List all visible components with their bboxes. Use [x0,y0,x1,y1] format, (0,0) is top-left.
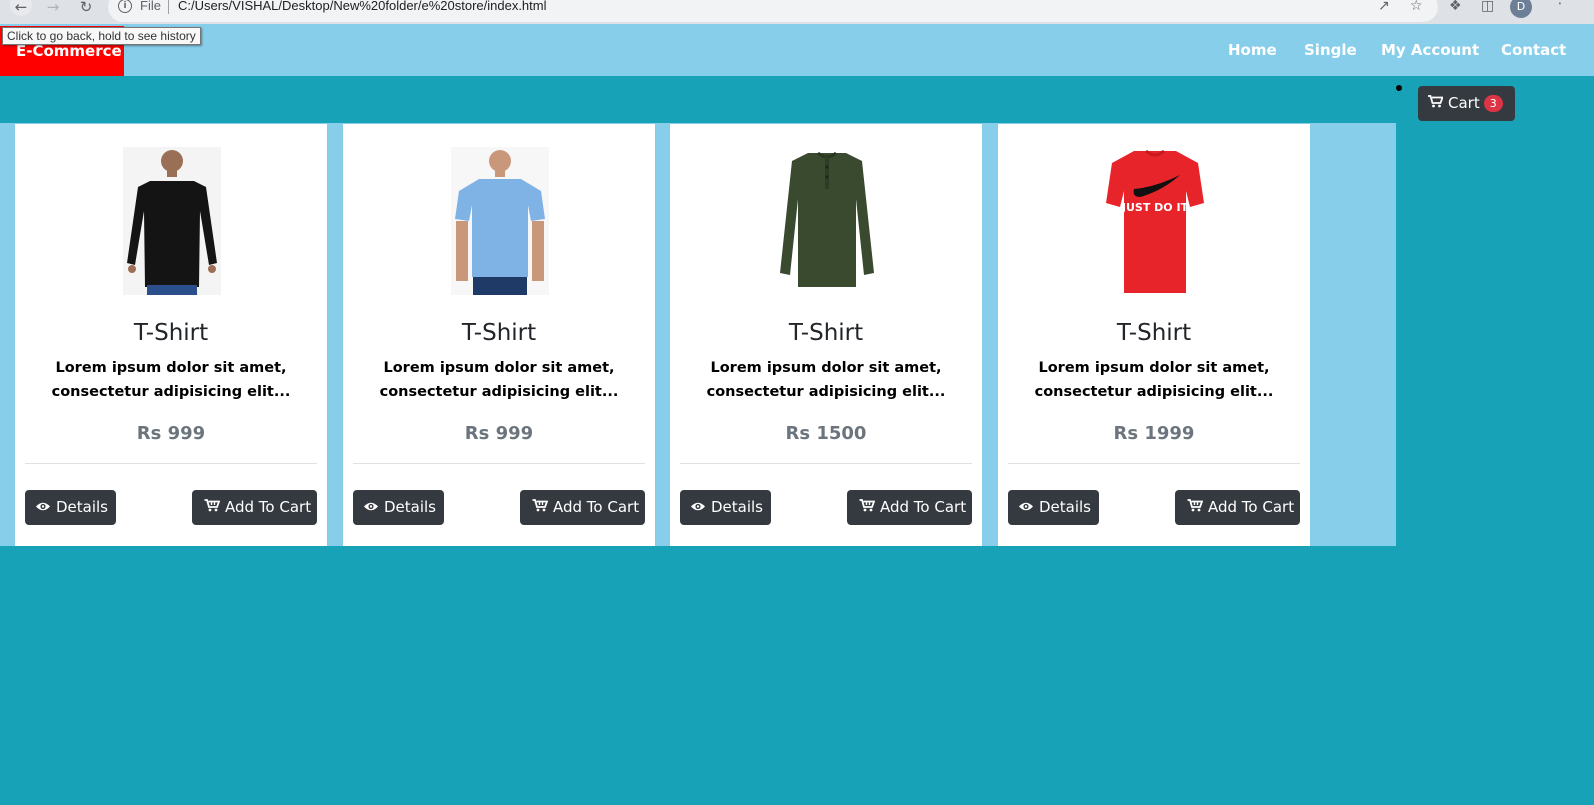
site-navbar: E-Commerce Home Single My Account Contac… [0,24,1594,76]
eye-icon [35,490,51,525]
eye-icon [690,490,706,525]
details-button[interactable]: Details [1008,490,1099,525]
add-to-cart-label: Add To Cart [1208,498,1295,516]
product-description: Lorem ipsum dolor sit amet, consectetur a… [998,356,1310,404]
product-description: Lorem ipsum dolor sit amet, consectetur a… [670,356,982,404]
address-scheme-label: File [140,0,161,13]
product-price: Rs 999 [136,423,206,444]
product-card: T-Shirt Lorem ipsum dolor sit amet, consec… [15,124,327,546]
product-description: Lorem ipsum dolor sit amet, consectetur a… [343,356,655,404]
browser-toolbar: ← → ↻ i File C:/Users/VISHAL/Desktop/New… [0,0,1594,24]
reload-icon[interactable]: ↻ [75,0,97,20]
product-title: T-Shirt [1116,320,1192,346]
address-url[interactable]: C:/Users/VISHAL/Desktop/New%20folder/e%2… [178,0,547,13]
extensions-icon[interactable]: ❖ [1449,0,1462,14]
product-price: Rs 1999 [1113,423,1195,444]
add-to-cart-label: Add To Cart [225,498,312,516]
card-divider [680,463,972,464]
product-title: T-Shirt [133,320,209,346]
share-icon[interactable]: ↗ [1378,0,1390,14]
details-button[interactable]: Details [353,490,444,525]
profile-avatar[interactable]: D [1510,0,1532,18]
product-title: T-Shirt [461,320,537,346]
card-divider [353,463,645,464]
details-label: Details [711,498,764,516]
product-price: Rs 1500 [785,423,867,444]
eye-icon [1018,490,1034,525]
product-title: T-Shirt [788,320,864,346]
cart-button[interactable]: Cart 3 [1418,86,1515,121]
add-to-cart-label: Add To Cart [880,498,967,516]
product-description-line: consectetur adipisicing elit... [1034,384,1274,400]
product-image-caption: JUST DO IT [1121,201,1189,214]
product-description: Lorem ipsum dolor sit amet, consectetur a… [15,356,327,404]
add-to-cart-button[interactable]: Add To Cart [1175,490,1300,525]
add-to-cart-button[interactable]: Add To Cart [192,490,317,525]
add-to-cart-button[interactable]: Add To Cart [520,490,645,525]
details-label: Details [384,498,437,516]
cart-plus-icon [859,490,876,525]
product-image[interactable]: JUST DO IT [1106,147,1204,295]
product-description-line: consectetur adipisicing elit... [379,384,619,400]
cart-plus-icon [204,490,221,525]
cart-plus-icon [532,490,549,525]
details-button[interactable]: Details [25,490,116,525]
cart-label: Cart [1448,94,1480,112]
add-to-cart-button[interactable]: Add To Cart [847,490,972,525]
browser-menu-icon[interactable]: ⋮ [1553,0,1567,6]
cart-plus-icon [1187,490,1204,525]
product-description-line: Lorem ipsum dolor sit amet, [710,360,942,376]
product-description-line: Lorem ipsum dolor sit amet, [55,360,287,376]
details-button[interactable]: Details [680,490,771,525]
nav-link-single[interactable]: Single [1304,41,1357,59]
product-card: JUST DO IT T-Shirt Lorem ipsum dolor sit a… [998,124,1310,546]
address-divider [168,0,169,14]
product-description-line: Lorem ipsum dolor sit amet, [383,360,615,376]
details-label: Details [1039,498,1092,516]
list-bullet [1396,85,1402,91]
product-image[interactable] [123,147,221,295]
back-button-tooltip: Click to go back, hold to see history [2,27,201,45]
eye-icon [363,490,379,525]
arrow-right-icon[interactable]: → [42,0,64,20]
product-card: T-Shirt Lorem ipsum dolor sit amet, consec… [343,124,655,546]
address-bar[interactable]: i File C:/Users/VISHAL/Desktop/New%20fol… [108,0,1438,22]
side-panel-icon[interactable]: ◫ [1481,0,1494,14]
nav-link-home[interactable]: Home [1228,41,1277,59]
nav-link-my-account[interactable]: My Account [1381,41,1479,59]
product-description-line: Lorem ipsum dolor sit amet, [1038,360,1270,376]
nav-link-contact[interactable]: Contact [1501,41,1566,59]
product-description-line: consectetur adipisicing elit... [51,384,291,400]
product-description-line: consectetur adipisicing elit... [706,384,946,400]
product-card: T-Shirt Lorem ipsum dolor sit amet, consec… [670,124,982,546]
product-price: Rs 999 [464,423,534,444]
star-icon[interactable]: ☆ [1410,0,1423,14]
details-label: Details [56,498,109,516]
card-divider [25,463,317,464]
shopping-cart-icon [1428,94,1444,112]
card-divider [1008,463,1300,464]
add-to-cart-label: Add To Cart [553,498,640,516]
product-image[interactable] [451,147,549,295]
cart-count-badge: 3 [1483,95,1503,112]
arrow-left-icon[interactable]: ← [10,0,32,16]
info-icon[interactable]: i [118,0,132,13]
product-image[interactable] [778,147,876,295]
